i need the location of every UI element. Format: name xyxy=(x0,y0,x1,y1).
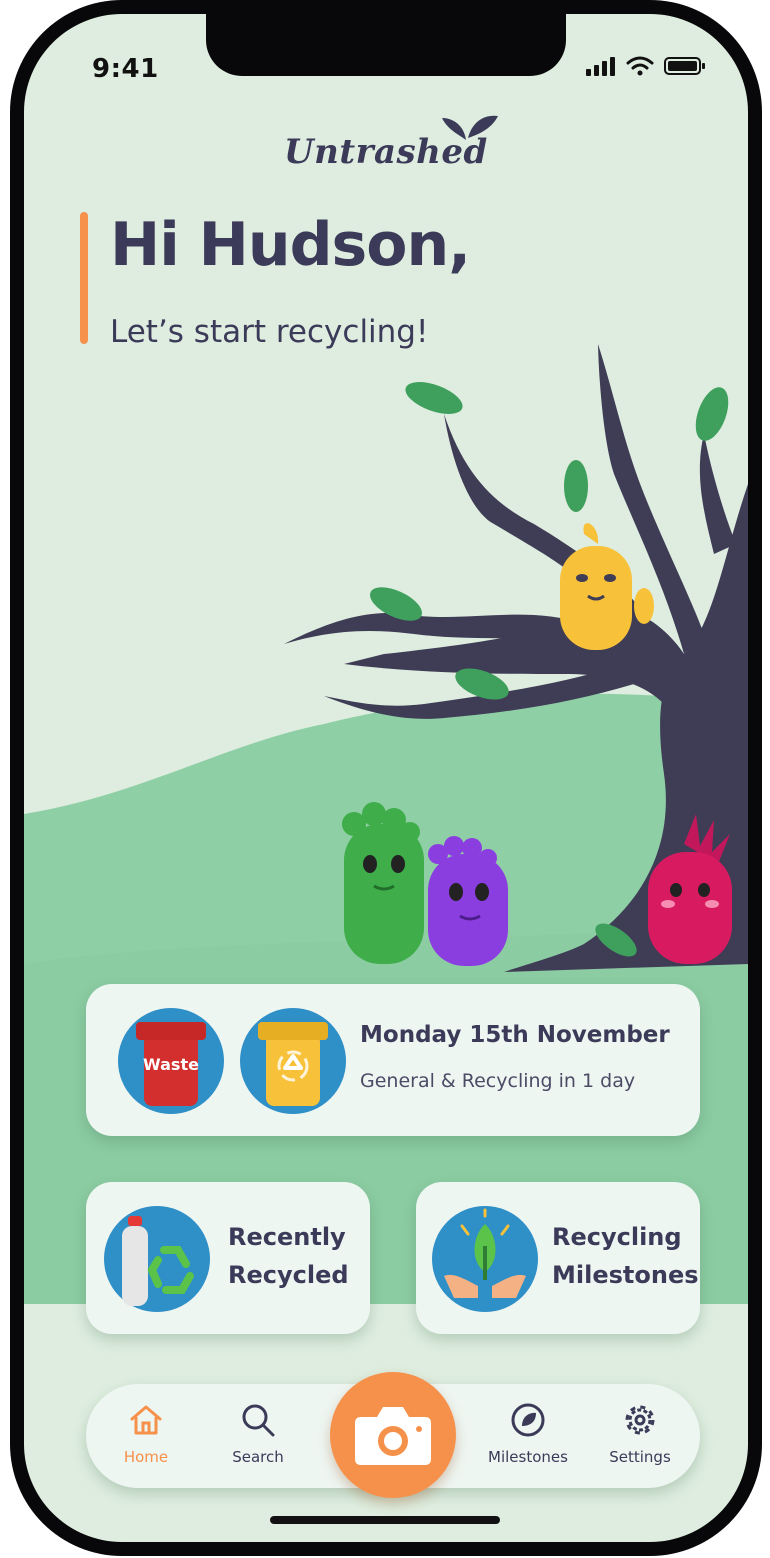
camera-icon xyxy=(355,1407,431,1465)
purple-monster-character xyxy=(428,836,508,966)
recently-recycled-tile[interactable]: Recently Recycled xyxy=(86,1182,370,1334)
nav-milestones-label: Milestones xyxy=(488,1448,568,1466)
recycling-milestones-label: Recycling Milestones xyxy=(552,1218,699,1294)
recycling-bin-icon xyxy=(240,1008,346,1114)
signal-icon xyxy=(586,57,615,76)
status-indicators xyxy=(586,56,706,76)
logo-text: Untrashed xyxy=(284,132,488,172)
recycled-bottle-icon xyxy=(104,1206,210,1312)
waste-bin-label: Waste xyxy=(143,1055,199,1074)
nav-home[interactable]: Home xyxy=(96,1384,196,1488)
nav-home-label: Home xyxy=(123,1448,169,1466)
recycling-milestones-line2: Milestones xyxy=(552,1261,699,1289)
milestones-icon xyxy=(511,1403,545,1437)
nav-milestones[interactable]: Milestones xyxy=(478,1384,578,1488)
collection-countdown: General & Recycling in 1 day xyxy=(360,1070,636,1092)
collection-date: Monday 15th November xyxy=(360,1022,670,1048)
recently-recycled-line1: Recently xyxy=(228,1223,346,1251)
home-icon xyxy=(130,1405,162,1435)
nav-search-label: Search xyxy=(232,1448,284,1466)
recycling-milestones-tile[interactable]: Recycling Milestones xyxy=(416,1182,700,1334)
battery-icon xyxy=(664,57,705,75)
camera-button[interactable] xyxy=(330,1372,456,1498)
greeting-subtitle: Let’s start recycling! xyxy=(110,314,429,350)
waste-bin-icon: Waste xyxy=(118,1008,224,1114)
untrashed-logo: Untrashed xyxy=(274,104,504,178)
recently-recycled-line2: Recycled xyxy=(228,1261,349,1289)
plant-hands-icon xyxy=(432,1206,538,1312)
nav-search[interactable]: Search xyxy=(208,1384,308,1488)
recently-recycled-label: Recently Recycled xyxy=(228,1218,349,1294)
home-indicator xyxy=(270,1516,500,1524)
green-monster-character xyxy=(342,802,424,964)
bin-collection-card[interactable]: Waste Monday 15th November General & Rec… xyxy=(86,984,700,1136)
device-notch xyxy=(206,14,566,76)
status-time: 9:41 xyxy=(92,54,159,84)
search-icon xyxy=(242,1404,275,1437)
tree-scene-illustration xyxy=(24,344,748,1304)
greeting-accent-bar xyxy=(80,212,88,344)
phone-frame: 9:41 Untrashed Hi Hudson, Let’s start re… xyxy=(10,0,762,1556)
greeting-title: Hi Hudson, xyxy=(110,210,471,280)
nav-settings[interactable]: Settings xyxy=(590,1384,690,1488)
home-screen: 9:41 Untrashed Hi Hudson, Let’s start re… xyxy=(24,14,748,1542)
wifi-icon xyxy=(626,56,654,76)
settings-icon xyxy=(625,1405,655,1435)
recycling-milestones-line1: Recycling xyxy=(552,1223,682,1251)
nav-settings-label: Settings xyxy=(609,1448,671,1466)
